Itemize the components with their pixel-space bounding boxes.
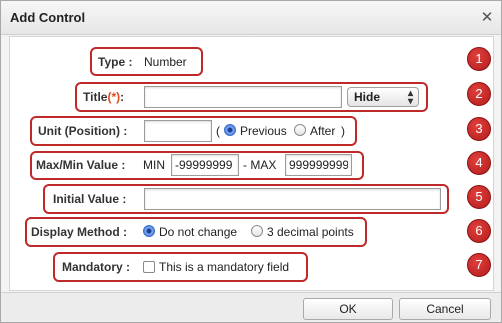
display-method-label: Display Method : xyxy=(31,225,128,239)
max-label: - MAX xyxy=(243,158,277,172)
initial-value-input[interactable] xyxy=(144,188,441,210)
callout-badge-5: 5 xyxy=(467,185,491,209)
type-value: Number xyxy=(144,55,187,69)
type-label: Type : xyxy=(98,55,133,69)
initial-value-label: Initial Value : xyxy=(53,192,127,206)
dialog-titlebar: Add Control ✕ xyxy=(1,1,501,35)
display-no-change-label[interactable]: Do not change xyxy=(159,225,237,239)
mandatory-label: Mandatory : xyxy=(62,260,131,274)
callout-badge-7: 7 xyxy=(467,253,491,277)
dialog-title: Add Control xyxy=(10,10,86,25)
chevron-updown-icon: ▴ ▾ xyxy=(407,88,413,107)
display-no-change-radio[interactable] xyxy=(143,225,155,237)
maxmin-label: Max/Min Value : xyxy=(36,158,126,172)
ok-button[interactable]: OK xyxy=(303,298,393,320)
title-visibility-select[interactable]: Hide ▴ ▾ xyxy=(347,87,419,107)
unit-previous-label[interactable]: Previous xyxy=(240,124,287,138)
unit-input[interactable] xyxy=(144,120,212,142)
mandatory-checkbox-label[interactable]: This is a mandatory field xyxy=(159,260,289,274)
unit-after-label[interactable]: After xyxy=(310,124,335,138)
min-label: MIN xyxy=(143,158,165,172)
unit-label: Unit (Position) : xyxy=(38,124,128,138)
callout-badge-2: 2 xyxy=(467,82,491,106)
unit-open-paren: ( xyxy=(216,124,220,138)
display-3-decimal-radio[interactable] xyxy=(251,225,263,237)
callout-badge-6: 6 xyxy=(467,219,491,243)
cancel-button[interactable]: Cancel xyxy=(399,298,491,320)
unit-previous-radio[interactable] xyxy=(224,124,236,136)
max-value-input[interactable] xyxy=(285,154,352,176)
required-marker: (*) xyxy=(107,90,121,104)
title-input[interactable] xyxy=(144,86,342,108)
unit-close-paren: ) xyxy=(341,124,345,138)
add-control-dialog: Add Control ✕ Type : Number 1 Title(*): … xyxy=(0,0,502,323)
title-visibility-value: Hide xyxy=(354,90,381,104)
close-icon[interactable]: ✕ xyxy=(479,10,495,26)
min-value-input[interactable] xyxy=(171,154,239,176)
title-label: Title(*): xyxy=(83,90,125,104)
dialog-footer: OK Cancel xyxy=(1,292,501,322)
callout-badge-4: 4 xyxy=(467,151,491,175)
unit-after-radio[interactable] xyxy=(294,124,306,136)
mandatory-checkbox[interactable] xyxy=(143,261,155,273)
callout-badge-1: 1 xyxy=(467,47,491,71)
display-3-decimal-label[interactable]: 3 decimal points xyxy=(267,225,354,239)
callout-badge-3: 3 xyxy=(467,117,491,141)
